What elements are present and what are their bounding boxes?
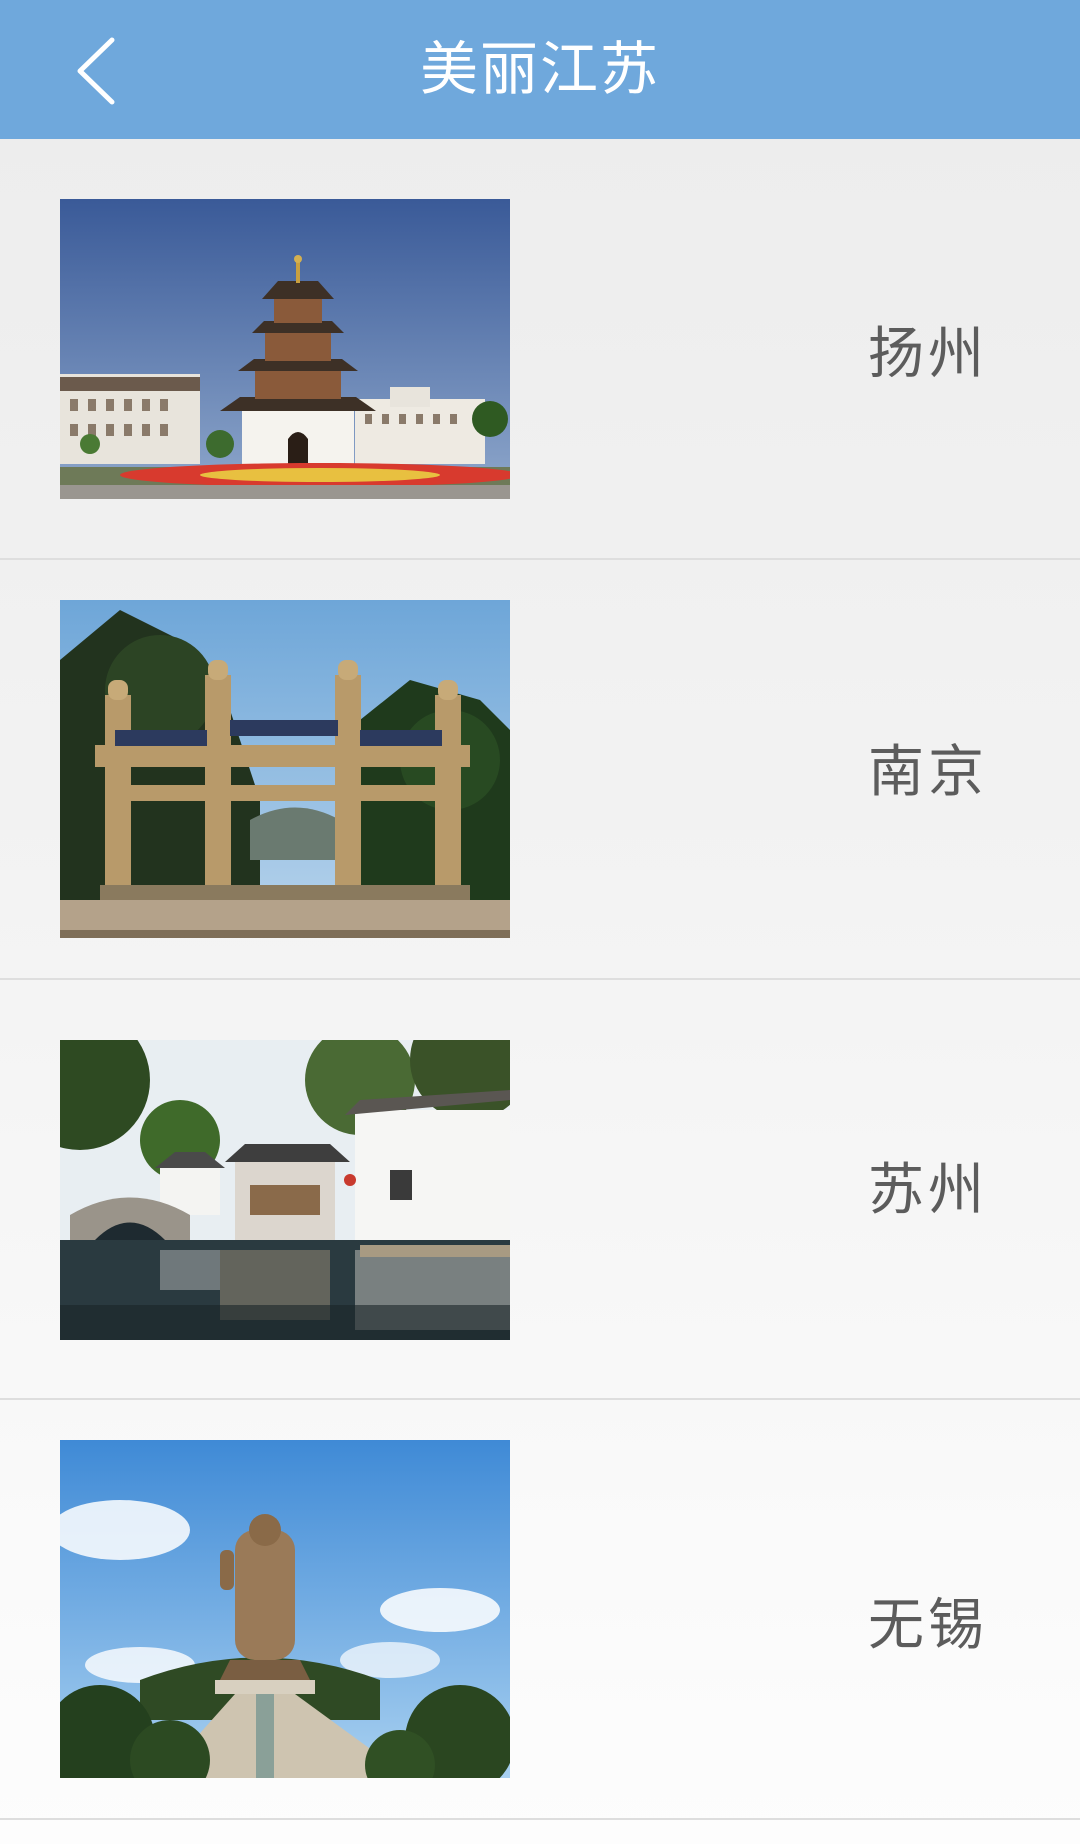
city-name-wuxi: 无锡 [868,1593,988,1658]
chevron-left-icon [77,37,115,105]
list-item-yangzhou[interactable]: 扬州 [0,139,1080,560]
yangzhou-pagoda-photo [60,199,510,499]
list-item-nanjing[interactable]: 南京 [0,560,1080,980]
page-title: 美丽江苏 [419,35,660,103]
list-item-wuxi[interactable]: 无锡 [0,1400,1080,1820]
back-button[interactable] [48,22,143,117]
list-item-suzhou[interactable]: 苏州 [0,980,1080,1400]
wuxi-lingshan-buddha-photo [60,1440,510,1778]
nanjing-memorial-archway-photo [60,600,510,938]
app-bar: 美丽江苏 [0,0,1080,139]
city-name-yangzhou: 扬州 [868,322,988,387]
suzhou-water-town-photo [60,1040,510,1340]
city-name-suzhou: 苏州 [868,1158,988,1223]
city-name-nanjing: 南京 [868,740,988,805]
